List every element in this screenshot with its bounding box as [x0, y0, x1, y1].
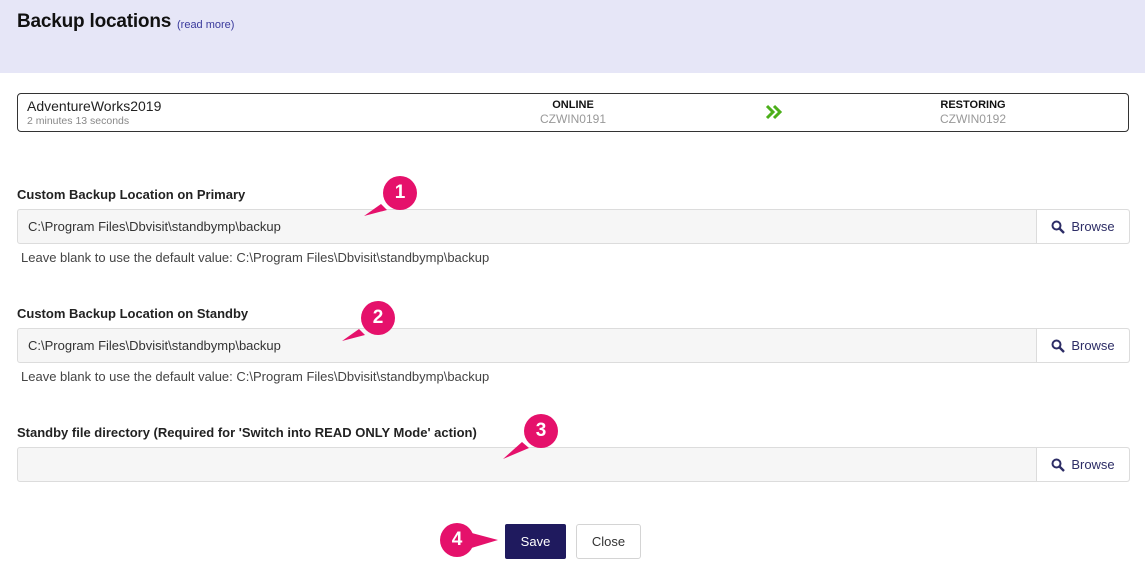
callout-number: 2 [372, 307, 384, 328]
primary-backup-input[interactable] [18, 210, 1036, 243]
standby-status: RESTORING CZWIN0192 [903, 99, 1043, 126]
browse-label: Browse [1071, 219, 1115, 234]
primary-backup-group: Browse [17, 209, 1130, 244]
database-name: AdventureWorks2019 [27, 98, 162, 114]
primary-backup-label: Custom Backup Location on Primary [17, 187, 246, 202]
close-button[interactable]: Close [576, 524, 641, 559]
callout-number: 4 [451, 529, 463, 550]
standby-file-dir-label: Standby file directory (Required for 'Sw… [17, 425, 477, 440]
primary-help-text: Leave blank to use the default value: C:… [21, 250, 490, 265]
search-icon [1051, 458, 1066, 472]
double-chevron-right-icon [765, 104, 783, 120]
browse-label: Browse [1071, 457, 1115, 472]
standby-status-label: RESTORING [940, 99, 1006, 111]
primary-status: ONLINE CZWIN0191 [503, 99, 643, 126]
callout-number: 3 [535, 420, 547, 441]
standby-backup-input[interactable] [18, 329, 1036, 362]
callout-2: 2 [342, 301, 395, 341]
standby-help-text: Leave blank to use the default value: C:… [21, 369, 490, 384]
primary-browse-button[interactable]: Browse [1036, 210, 1129, 243]
standby-host: CZWIN0192 [939, 112, 1007, 126]
standby-browse-button[interactable]: Browse [1036, 329, 1129, 362]
callout-number: 1 [394, 182, 406, 203]
browse-label: Browse [1071, 338, 1115, 353]
callout-1: 1 [364, 176, 417, 216]
callout-4: 4 [440, 523, 498, 557]
standby-file-dir-group: Browse [17, 447, 1130, 482]
search-icon [1051, 339, 1066, 353]
search-icon [1051, 220, 1066, 234]
database-status-panel: AdventureWorks2019 2 minutes 13 seconds … [17, 93, 1129, 132]
standby-backup-label: Custom Backup Location on Standby [17, 306, 249, 321]
primary-host: CZWIN0191 [539, 112, 607, 126]
read-more-link[interactable]: (read more) [177, 19, 234, 31]
save-button[interactable]: Save [505, 524, 566, 559]
page-header: Backup locations (read more) [0, 0, 1145, 73]
standby-backup-group: Browse [17, 328, 1130, 363]
file-dir-browse-button[interactable]: Browse [1036, 448, 1129, 481]
page-title: Backup locations [17, 11, 172, 32]
elapsed-time: 2 minutes 13 seconds [27, 115, 130, 127]
callout-3: 3 [503, 414, 558, 459]
primary-status-label: ONLINE [552, 99, 594, 111]
